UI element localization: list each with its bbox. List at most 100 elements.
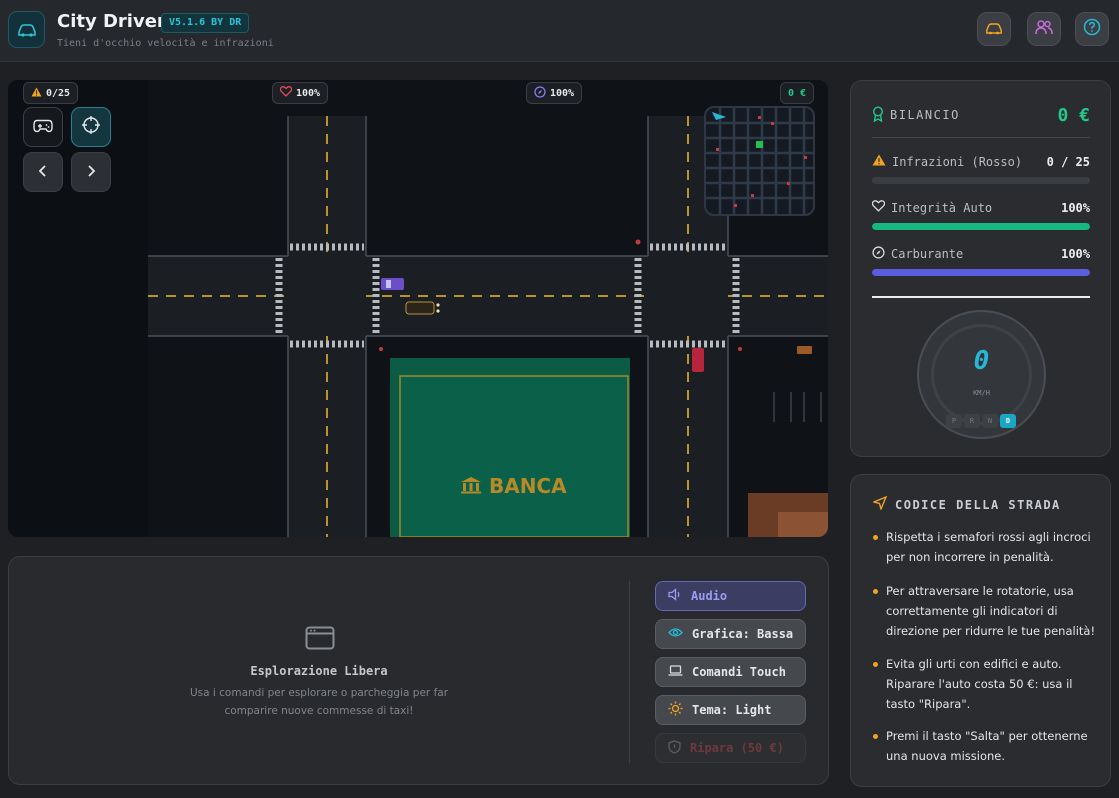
sun-icon: [668, 701, 683, 719]
integrity-bar-fill: [872, 223, 1090, 230]
mission-panel: Esplorazione Libera Usa i comandi per es…: [8, 556, 829, 785]
players-button[interactable]: [1027, 12, 1061, 46]
infractions-chip: 0/25: [23, 82, 79, 104]
bank-building-label: BANCA: [460, 474, 567, 498]
speedometer: 0 KM/H P R N D: [917, 310, 1046, 439]
integrity-label: Integrità Auto: [891, 200, 993, 215]
infractions-row: Infrazioni (Rosso) 0 / 25: [872, 154, 1090, 169]
chevron-right-icon: [85, 163, 97, 182]
help-button[interactable]: [1075, 12, 1109, 46]
rule-text: Premi il tasto "Salta" per ottenerne una…: [886, 729, 1088, 763]
fuel-row: Carburante 100%: [872, 246, 1090, 262]
gear-selector: P R N D: [946, 414, 1016, 428]
rule-text: Evita gli urti con edifici e auto. Ripar…: [886, 657, 1073, 711]
speaker-icon: [668, 588, 682, 604]
rule-item: Evita gli urti con edifici e auto. Ripar…: [873, 654, 1099, 714]
balance-value: 0 €: [1057, 104, 1090, 126]
divider: [872, 137, 1090, 138]
explore-title: Esplorazione Libera: [250, 664, 388, 678]
laptop-icon: [668, 665, 683, 679]
gamepad-icon: [33, 118, 53, 137]
fuel-label: Carburante: [891, 247, 964, 261]
infractions-value: 0 / 25: [1046, 154, 1090, 169]
warning-icon: [31, 87, 42, 100]
gear-n[interactable]: N: [982, 414, 998, 428]
gear-r[interactable]: R: [964, 414, 980, 428]
panel-divider: [629, 581, 630, 763]
graphics-label: Grafica: Bassa: [692, 627, 794, 641]
eye-icon: [668, 627, 683, 641]
compass-icon: [872, 246, 885, 262]
car-icon: [985, 20, 1003, 39]
rule-item: Per attraversare le rotatorie, usa corre…: [873, 581, 1099, 641]
theme-label: Tema: Light: [692, 703, 772, 717]
crosshair-icon: [81, 115, 101, 139]
stats-panel: BILANCIO 0 € Infrazioni (Rosso) 0 / 25 I…: [850, 80, 1111, 457]
rule-text: Per attraversare le rotatorie, usa corre…: [886, 584, 1096, 638]
rules-title: CODICE DELLA STRADA: [895, 497, 1061, 512]
theme-button[interactable]: Tema: Light: [655, 695, 806, 725]
fuel-bar: [872, 269, 1090, 276]
explore-description: Usa i comandi per esplorare o parcheggia…: [189, 687, 449, 717]
rules-header: CODICE DELLA STRADA: [871, 495, 1061, 513]
bank-label-text: BANCA: [488, 474, 567, 498]
audio-label: Audio: [691, 589, 728, 603]
award-icon: [872, 105, 884, 125]
gear-p[interactable]: P: [946, 414, 962, 428]
speed-unit: KM/H: [973, 389, 990, 397]
minimap: [704, 106, 815, 216]
heart-icon: [279, 86, 293, 100]
health-chip: 100%: [272, 82, 329, 104]
repair-button[interactable]: Ripara (50 €): [655, 733, 806, 763]
gear-d[interactable]: D: [1000, 414, 1016, 428]
balance-row: BILANCIO 0 €: [872, 103, 1090, 127]
fuel-chip: 100%: [526, 82, 583, 104]
integrity-value: 100%: [1061, 200, 1090, 215]
shield-icon: [668, 739, 681, 757]
bullet: [873, 662, 878, 667]
app-title: City Driver: [57, 11, 166, 32]
steer-left-button[interactable]: [23, 152, 63, 192]
fuel-bar-fill: [872, 269, 1090, 276]
users-icon: [1035, 19, 1053, 39]
road-rules-panel: CODICE DELLA STRADA Rispetta i semafori …: [850, 474, 1111, 787]
infractions-count: 0/25: [46, 87, 71, 99]
help-icon: [1083, 18, 1101, 40]
garage-button[interactable]: [977, 12, 1011, 46]
infractions-bar: [872, 177, 1090, 184]
rule-item: Rispetta i semafori rossi agli incroci p…: [873, 527, 1099, 567]
browser-window-icon: [305, 626, 335, 654]
touch-controls-button[interactable]: Comandi Touch: [655, 657, 806, 687]
integrity-row: Integrità Auto 100%: [871, 200, 1090, 215]
car-logo-icon: [8, 11, 45, 48]
money-value: 0 €: [788, 87, 807, 99]
gamepad-button[interactable]: [23, 107, 63, 147]
money-chip: 0 €: [780, 82, 815, 104]
compass-icon: [534, 85, 546, 101]
steer-right-button[interactable]: [71, 152, 111, 192]
app-header: City Driver V5.1.6 BY DR Tieni d'occhio …: [0, 0, 1119, 62]
fuel-value: 100%: [550, 87, 575, 99]
crosshair-button[interactable]: [71, 107, 111, 147]
rule-item: Premi il tasto "Salta" per ottenerne una…: [873, 726, 1099, 766]
app-subtitle: Tieni d'occhio velocità e infrazioni: [57, 38, 274, 49]
touch-controls-label: Comandi Touch: [692, 665, 786, 679]
bullet: [873, 589, 878, 594]
heart-icon: [871, 200, 886, 215]
speed-value: 0: [973, 346, 990, 376]
audio-button[interactable]: Audio: [655, 581, 806, 611]
warning-icon: [872, 154, 886, 169]
rule-text: Rispetta i semafori rossi agli incroci p…: [886, 530, 1091, 564]
version-badge: V5.1.6 BY DR: [161, 13, 250, 33]
chevron-left-icon: [37, 163, 49, 182]
balance-label: BILANCIO: [890, 108, 960, 122]
graphics-button[interactable]: Grafica: Bassa: [655, 619, 806, 649]
integrity-bar: [872, 223, 1090, 230]
game-canvas[interactable]: 0/25 100% 100% 0 € BANCA: [8, 80, 828, 537]
infractions-label: Infrazioni (Rosso): [892, 154, 1023, 169]
fuel-value: 100%: [1061, 247, 1090, 261]
navigation-arrow-icon: [871, 495, 888, 513]
repair-label: Ripara (50 €): [690, 741, 784, 755]
bank-icon: [460, 474, 482, 498]
divider: [872, 296, 1090, 298]
